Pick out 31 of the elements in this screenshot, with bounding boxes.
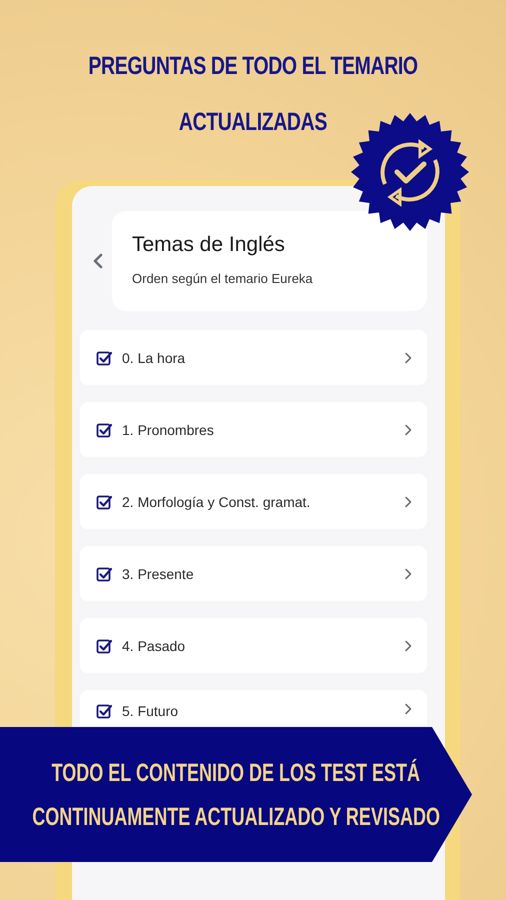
topic-item[interactable]: 4. Pasado (80, 618, 427, 673)
checked-checkbox-icon[interactable] (96, 638, 112, 654)
topic-label: 2. Morfología y Const. gramat. (122, 494, 312, 510)
back-icon[interactable] (93, 253, 103, 269)
topic-label: 0. La hora (122, 350, 186, 366)
banner-text: TODO EL CONTENIDO DE LOS TEST ESTÁ (52, 758, 420, 788)
headline-text: ACTUALIZADAS (178, 107, 328, 138)
chevron-icon (404, 640, 412, 652)
checked-checkbox-icon[interactable] (96, 566, 112, 582)
topic-item[interactable]: 0. La hora (80, 330, 427, 385)
topic-item[interactable]: 5. Futuro (80, 690, 427, 726)
topic-item[interactable]: 3. Presente (80, 546, 427, 601)
screen-subtitle: Orden según el temario Eureka (132, 271, 314, 286)
topic-label: 1. Pronombres (122, 422, 215, 438)
screen-title: Temas de Inglés (132, 233, 286, 257)
topic-item[interactable]: 1. Pronombres (80, 402, 427, 457)
topic-label: 5. Futuro (122, 703, 180, 719)
topic-item[interactable]: 2. Morfología y Const. gramat. (80, 474, 427, 529)
chevron-icon (404, 352, 412, 364)
headline-text: PREGUNTAS DE TODO EL TEMARIO (88, 51, 418, 82)
checked-checkbox-icon[interactable] (96, 422, 112, 438)
banner-text: CONTINUAMENTE ACTUALIZADO Y REVISADO (32, 802, 440, 832)
chevron-icon (404, 568, 412, 580)
chevron-icon (404, 424, 412, 436)
checked-checkbox-icon[interactable] (96, 350, 112, 366)
checked-checkbox-icon[interactable] (96, 703, 112, 719)
chevron-icon (404, 703, 412, 715)
topic-label: 4. Pasado (122, 638, 186, 654)
chevron-icon (404, 496, 412, 508)
checked-checkbox-icon[interactable] (96, 494, 112, 510)
topic-label: 3. Presente (122, 566, 195, 582)
